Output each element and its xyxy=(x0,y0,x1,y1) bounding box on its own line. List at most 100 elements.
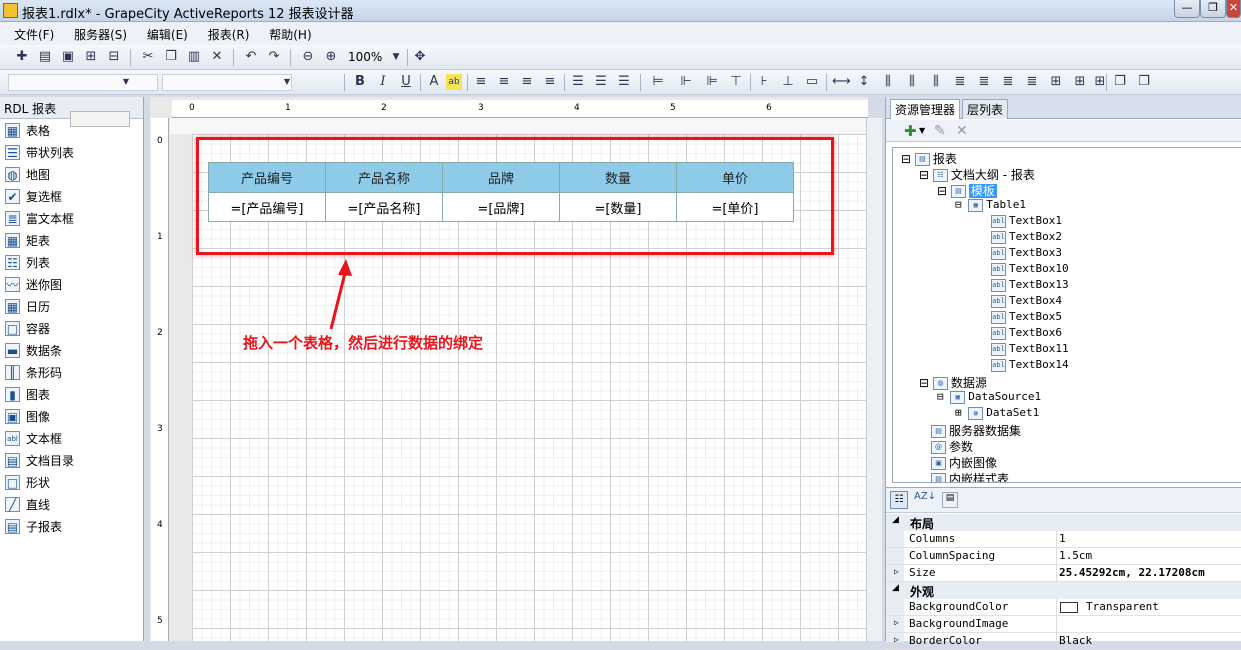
hspace-inc-icon[interactable]: ⫼ xyxy=(904,74,920,90)
vspace-inc-icon[interactable]: ≣ xyxy=(976,74,992,90)
toolbox-item-checkbox[interactable]: ✔ 复选框 xyxy=(0,185,143,207)
vspace-equal-icon[interactable]: ≣ xyxy=(952,74,968,90)
toolbox-item-tablix[interactable]: ▦ 矩表 xyxy=(0,229,143,251)
cut-icon[interactable]: ✂ xyxy=(140,49,156,65)
edit-icon[interactable]: ✎ xyxy=(934,123,946,139)
font-color-icon[interactable]: A xyxy=(426,74,442,90)
tree-node-table1[interactable]: ⊟ ▦ Table1 xyxy=(955,198,1026,212)
tree-node-textbox[interactable]: abl TextBox13 xyxy=(991,278,1069,292)
same-width-icon[interactable]: ⟷ xyxy=(832,74,851,90)
menu-help[interactable]: 帮助(H) xyxy=(261,22,319,43)
tree-node-textbox[interactable]: abl TextBox4 xyxy=(991,294,1062,308)
font-name-dropdown-icon[interactable]: ▼ xyxy=(118,74,134,90)
align-rights-icon[interactable]: ⊫ xyxy=(704,74,720,90)
toolbox-item-banded-list[interactable]: ☰ 带状列表 xyxy=(0,141,143,163)
vspace-remove-icon[interactable]: ≣ xyxy=(1024,74,1040,90)
font-size-dropdown-icon[interactable]: ▼ xyxy=(279,74,295,90)
restore-button[interactable]: ❐ xyxy=(1200,0,1226,18)
menu-edit[interactable]: 编辑(E) xyxy=(139,22,196,43)
align-center-icon[interactable]: ≡ xyxy=(496,74,512,90)
toolbox-item-container[interactable]: □ 容器 xyxy=(0,317,143,339)
paste-icon[interactable]: ▥ xyxy=(186,49,202,65)
minimize-button[interactable]: — xyxy=(1174,0,1200,18)
menu-file[interactable]: 文件(F) xyxy=(6,22,62,43)
move-icon[interactable]: ✥ xyxy=(412,49,428,65)
undo-icon[interactable]: ↶ xyxy=(243,49,259,65)
align-bottoms-icon[interactable]: ⊥ xyxy=(780,74,796,90)
tree-node-parameters[interactable]: @ 参数 xyxy=(931,438,973,455)
same-height-icon[interactable]: ↕ xyxy=(856,74,872,90)
tree-node-datasources[interactable]: ⊟ ◍ 数据源 xyxy=(919,374,987,391)
tree-node-template[interactable]: ⊟ ▤ 模板 xyxy=(937,182,997,199)
open-icon[interactable]: ▤ xyxy=(37,49,53,65)
align-tops-icon[interactable]: ⊤ xyxy=(728,74,744,90)
tree-node-datasource1[interactable]: ⊟ ▦ DataSource1 xyxy=(937,390,1041,404)
center-h-icon[interactable]: ⊞ xyxy=(1048,74,1064,90)
justify-icon[interactable]: ≡ xyxy=(542,74,558,90)
toolbox-item-richtext[interactable]: ≣ 富文本框 xyxy=(0,207,143,229)
align-left-icon[interactable]: ≡ xyxy=(473,74,489,90)
tree-node-server-datasets[interactable]: ▤ 服务器数据集 xyxy=(931,422,1021,439)
toolbox-item-calendar[interactable]: ▦ 日历 xyxy=(0,295,143,317)
property-row[interactable]: BackgroundColor Transparent xyxy=(886,599,1241,616)
bring-front-icon[interactable]: ❐ xyxy=(1112,74,1128,90)
make-same-size-icon[interactable]: ▭ xyxy=(804,74,820,90)
toolbox-item-subreport[interactable]: ▤ 子报表 xyxy=(0,515,143,537)
numbering-icon[interactable]: ☰ xyxy=(593,74,609,90)
tree-node-textbox[interactable]: abl TextBox11 xyxy=(991,342,1069,356)
tree-node-textbox[interactable]: abl TextBox5 xyxy=(991,310,1062,324)
property-row[interactable]: ColumnSpacing 1.5cm xyxy=(886,548,1241,565)
add-icon[interactable]: ⊞ xyxy=(83,49,99,65)
bold-icon[interactable]: B xyxy=(352,74,368,90)
align-centers-icon[interactable]: ⊩ xyxy=(678,74,694,90)
property-pages-icon[interactable]: ▤ xyxy=(942,492,958,508)
menu-server[interactable]: 服务器(S) xyxy=(66,22,135,43)
redo-icon[interactable]: ↷ xyxy=(266,49,282,65)
bullets-icon[interactable]: ☰ xyxy=(570,74,586,90)
tree-node-outline[interactable]: ⊟ ☷ 文档大纲 - 报表 xyxy=(919,166,1035,183)
property-category-layout[interactable]: ◢ 布局 xyxy=(886,514,1241,531)
zoom-out-icon[interactable]: ⊖ xyxy=(300,49,316,65)
zoom-in-icon[interactable]: ⊕ xyxy=(323,49,339,65)
add-icon[interactable]: ✚ xyxy=(904,122,917,140)
toolbox-item-map[interactable]: ◍ 地图 xyxy=(0,163,143,185)
align-right-icon[interactable]: ≡ xyxy=(519,74,535,90)
font-size-select[interactable] xyxy=(162,74,292,91)
toolbox-item-line[interactable]: ╱ 直线 xyxy=(0,493,143,515)
designer-scrollbar[interactable] xyxy=(866,118,882,641)
zoom-dropdown-icon[interactable]: ▼ xyxy=(388,49,404,65)
tree-node-textbox[interactable]: abl TextBox2 xyxy=(991,230,1062,244)
italic-icon[interactable]: I xyxy=(375,74,391,90)
menu-report[interactable]: 报表(R) xyxy=(200,22,258,43)
zoom-level[interactable]: 100% xyxy=(348,50,382,64)
delete-icon[interactable]: ✕ xyxy=(209,49,225,65)
close-button[interactable]: ✕ xyxy=(1226,0,1241,18)
tree-node-report[interactable]: ⊟ ▤ 报表 xyxy=(901,150,957,167)
toolbox-item-sparkline[interactable]: 〰迷你图 xyxy=(0,273,143,295)
font-name-select[interactable] xyxy=(8,74,158,91)
tree-node-textbox[interactable]: abl TextBox6 xyxy=(991,326,1062,340)
categorized-icon[interactable]: ☷ xyxy=(890,491,908,509)
toolbox-item-list[interactable]: ☷ 列表 xyxy=(0,251,143,273)
tree-node-textbox[interactable]: abl TextBox14 xyxy=(991,358,1069,372)
property-row[interactable]: ▷ Size 25.45292cm, 22.17208cm xyxy=(886,565,1241,582)
vspace-dec-icon[interactable]: ≣ xyxy=(1000,74,1016,90)
tree-node-textbox[interactable]: abl TextBox10 xyxy=(991,262,1069,276)
send-back-icon[interactable]: ❐ xyxy=(1136,74,1152,90)
property-row[interactable]: Columns 1 xyxy=(886,531,1241,548)
tab-report-explorer[interactable]: 资源管理器 xyxy=(890,99,961,119)
toolbox-item-textbox[interactable]: abl 文本框 xyxy=(0,427,143,449)
toolbox-item-chart[interactable]: ▮ 图表 xyxy=(0,383,143,405)
tree-node-embedded-images[interactable]: ▣ 内嵌图像 xyxy=(931,454,997,471)
toolbox-item-toc[interactable]: ▤ 文档目录 xyxy=(0,449,143,471)
new-icon[interactable]: ✚ xyxy=(14,49,30,65)
toolbox-item-barcode[interactable]: ║ 条形码 xyxy=(0,361,143,383)
copy-icon[interactable]: ❐ xyxy=(163,49,179,65)
tree-node-stylesheets[interactable]: ▤ 内嵌样式表 xyxy=(931,470,1009,482)
center-v-icon[interactable]: ⊞ xyxy=(1072,74,1088,90)
indent-icon[interactable]: ☰ xyxy=(616,74,632,90)
highlight-icon[interactable]: ab xyxy=(446,74,462,90)
delete-icon[interactable]: ✕ xyxy=(956,123,968,139)
property-row[interactable]: ▷ BorderColor Black xyxy=(886,633,1241,650)
remove-icon[interactable]: ⊟ xyxy=(106,49,122,65)
